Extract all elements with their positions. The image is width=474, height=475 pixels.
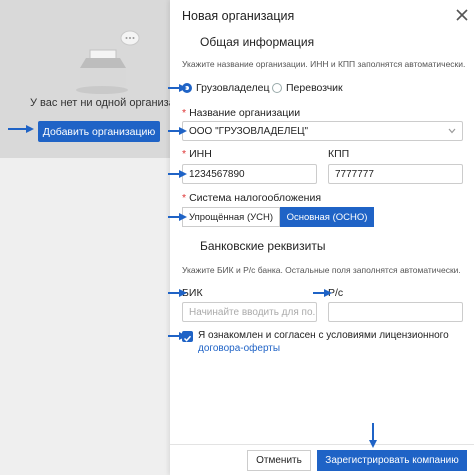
footer-divider (170, 444, 474, 445)
annotation-arrow-right-icon (168, 127, 187, 135)
org-name-label-text: Название организации (189, 107, 301, 119)
tax-system-label: * Система налогообложения (182, 192, 321, 204)
empty-state-text: У вас нет ни одной организации (30, 97, 194, 109)
required-mark: * (182, 148, 187, 160)
bik-field[interactable]: Начинайте вводить для по... (182, 302, 317, 322)
consent-text-body: Я ознакомлен и согласен с условиями лице… (198, 330, 449, 341)
tax-option-osno[interactable]: Основная (ОСНО) (280, 207, 374, 227)
annotation-arrow-right-icon (168, 170, 187, 178)
annotation-arrow-right-icon (168, 84, 187, 92)
org-name-select[interactable]: ООО "ГРУЗОВЛАДЕЛЕЦ" (182, 121, 463, 141)
kpp-label: КПП (328, 148, 350, 160)
bank-details-title: Банковские реквизиты (200, 239, 326, 253)
account-field[interactable] (328, 302, 463, 322)
role-option-label: Грузовладелец (196, 82, 270, 94)
new-organization-drawer: Новая организация Общая информация Укажи… (170, 0, 474, 475)
required-mark: * (182, 107, 187, 119)
close-icon[interactable] (455, 8, 469, 22)
org-name-value: ООО "ГРУЗОВЛАДЕЛЕЦ" (189, 125, 309, 137)
tax-system-label-text: Система налогообложения (189, 192, 322, 204)
inn-label: * ИНН (182, 148, 212, 160)
role-option-carrier[interactable]: Перевозчик (272, 82, 343, 94)
offer-agreement-link[interactable]: договора-оферты (198, 343, 280, 354)
consent-text: Я ознакомлен и согласен с условиями лице… (198, 329, 468, 355)
annotation-arrow-right-icon (168, 213, 187, 221)
annotation-arrow-down-icon (369, 423, 377, 448)
general-info-title: Общая информация (200, 35, 315, 49)
cancel-button[interactable]: Отменить (247, 450, 311, 471)
chevron-down-icon (448, 128, 456, 134)
radio-unselected[interactable] (272, 83, 282, 93)
annotation-arrow-right-icon (8, 125, 34, 133)
inn-label-text: ИНН (189, 148, 212, 160)
bank-details-hint: Укажите БИК и Р/с банка. Остальные поля … (182, 265, 461, 275)
background-bottom-area (0, 158, 170, 475)
role-option-label: Перевозчик (286, 82, 343, 94)
add-organization-button[interactable]: Добавить организацию (38, 121, 160, 142)
general-info-hint: Укажите название организации. ИНН и КПП … (182, 59, 466, 69)
annotation-arrow-right-icon (168, 332, 187, 340)
drawer-title: Новая организация (182, 9, 295, 23)
annotation-arrow-right-icon (168, 289, 187, 297)
kpp-field[interactable]: 7777777 (328, 164, 463, 184)
inn-field[interactable]: 1234567890 (182, 164, 317, 184)
annotation-arrow-right-icon (313, 289, 332, 297)
org-name-label: * Название организации (182, 107, 300, 119)
background-page: У вас нет ни одной организации Добавить … (0, 0, 193, 475)
tax-option-usn[interactable]: Упрощённая (УСН) (182, 207, 280, 227)
empty-inbox-icon (76, 30, 140, 94)
required-mark: * (182, 192, 187, 204)
role-option-shipper[interactable]: Грузовладелец (182, 82, 270, 94)
register-company-button[interactable]: Зарегистрировать компанию (317, 450, 467, 471)
